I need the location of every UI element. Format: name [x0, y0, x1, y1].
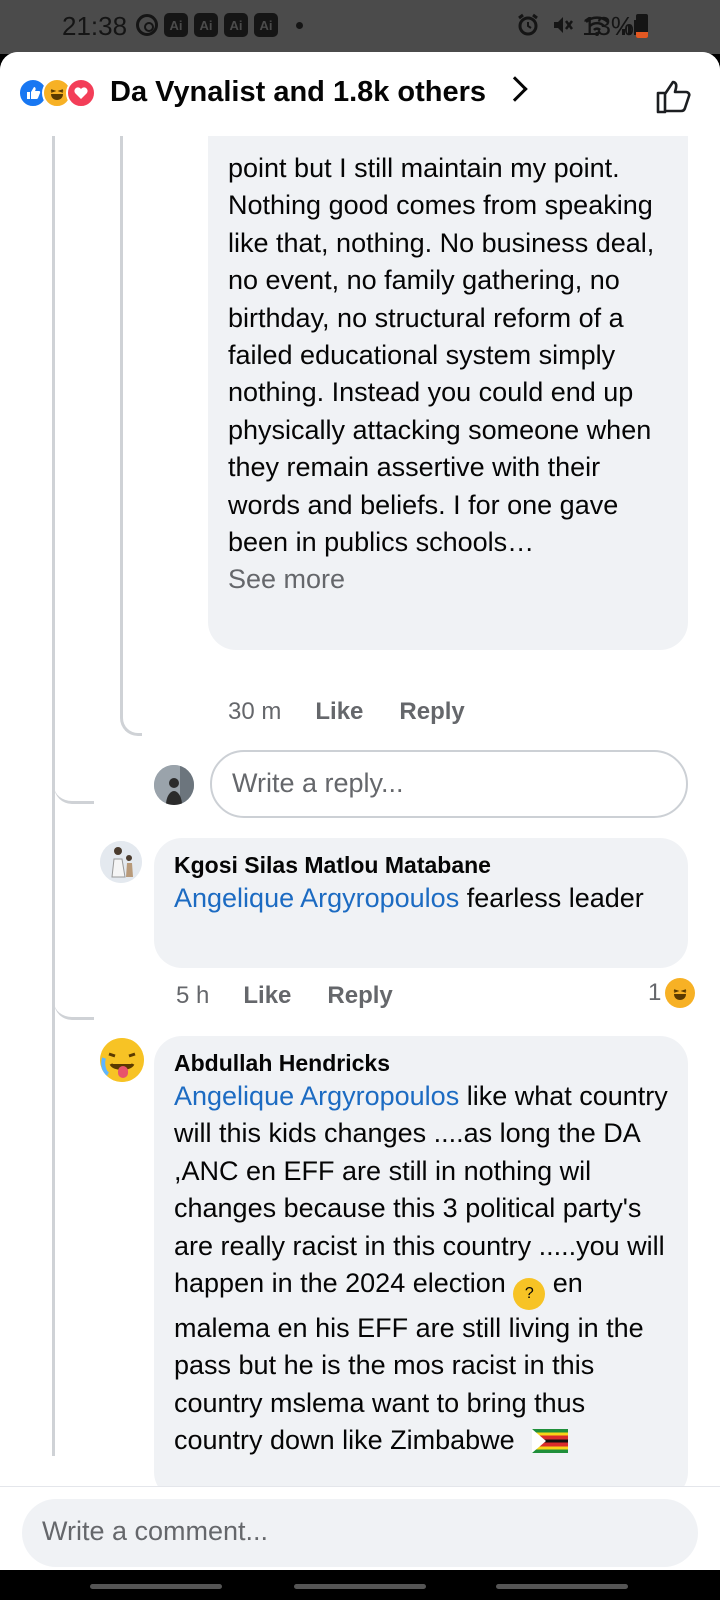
- see-more-link[interactable]: See more: [228, 561, 670, 598]
- comment-body: like what country will this kids changes…: [174, 1081, 668, 1299]
- comment-author[interactable]: Abdullah Hendricks: [174, 1048, 670, 1078]
- reaction-count[interactable]: 1: [648, 978, 696, 1008]
- battery-icon: [636, 14, 648, 38]
- sync-icon: [136, 14, 158, 36]
- status-time: 21:38: [62, 11, 128, 41]
- nav-handle[interactable]: [496, 1584, 628, 1589]
- zimbabwe-flag-icon: [532, 1429, 569, 1454]
- mention-link[interactable]: Angelique Argyropoulos: [174, 883, 459, 913]
- nav-handle[interactable]: [294, 1584, 426, 1589]
- ai-badge: Ai: [254, 13, 278, 37]
- reaction-count-number: 1: [648, 979, 662, 1006]
- comment-bubble[interactable]: Kgosi Silas Matlou Matabane Angelique Ar…: [154, 838, 688, 968]
- comment-body: point but I still maintain my point. Not…: [228, 153, 655, 558]
- thread-connector: [54, 992, 94, 1020]
- mute-icon: [554, 17, 573, 33]
- reaction-icons: [18, 78, 96, 108]
- alarm-icon: [518, 13, 538, 36]
- ai-badge: Ai: [164, 13, 188, 37]
- like-button[interactable]: Like: [315, 698, 363, 726]
- comments-list: point but I still maintain my point. Not…: [0, 96, 720, 1536]
- mention-link[interactable]: Angelique Argyropoulos: [174, 1081, 459, 1111]
- comment-bubble[interactable]: Abdullah Hendricks Angelique Argyropoulo…: [154, 1036, 688, 1500]
- comment-text: Angelique Argyropoulos like what country…: [174, 1078, 670, 1460]
- love-reaction-icon: [66, 78, 96, 108]
- avatar[interactable]: [154, 765, 194, 805]
- comment-meta: 30 m Like Reply: [228, 698, 501, 726]
- comment-bubble[interactable]: point but I still maintain my point. Not…: [208, 96, 688, 650]
- nav-handle[interactable]: [90, 1584, 222, 1589]
- reactions-header[interactable]: Da Vynalist and 1.8k others: [0, 52, 720, 136]
- comment-text: Angelique Argyropoulos fearless leader: [174, 880, 668, 917]
- reply-button[interactable]: Reply: [399, 698, 464, 726]
- comments-sheet: Da Vynalist and 1.8k others point but I …: [0, 52, 720, 1570]
- comment-meta: 5 h Like Reply: [176, 982, 429, 1010]
- notification-dot-icon: [296, 21, 303, 29]
- haha-reaction-icon: [665, 978, 696, 1008]
- battery-percentage: 13%: [582, 11, 635, 41]
- chevron-right-icon[interactable]: [502, 76, 528, 102]
- avatar[interactable]: [100, 841, 142, 883]
- avatar[interactable]: [100, 1038, 144, 1082]
- ai-badge: Ai: [194, 13, 218, 37]
- thinking-emoji-icon: ?: [513, 1278, 546, 1311]
- ai-badge: Ai: [224, 13, 248, 37]
- comment-time: 30 m: [228, 698, 282, 725]
- reply-input[interactable]: Write a reply...: [210, 750, 688, 818]
- like-button[interactable]: Like: [243, 982, 291, 1010]
- thread-connector: [54, 776, 94, 804]
- like-outline-icon[interactable]: [654, 76, 694, 116]
- status-icons-left: Ai Ai Ai Ai: [136, 13, 303, 37]
- comment-input[interactable]: Write a comment...: [22, 1499, 698, 1567]
- reactions-summary[interactable]: Da Vynalist and 1.8k others: [110, 76, 486, 109]
- reply-button[interactable]: Reply: [327, 982, 392, 1010]
- comment-text: point but I still maintain my point. Not…: [228, 150, 670, 599]
- comment-body: fearless leader: [459, 883, 644, 913]
- comment-bar: Write a comment...: [0, 1486, 720, 1570]
- thread-connector: [120, 136, 142, 736]
- gesture-navigation-bar: [0, 1570, 720, 1600]
- status-bar: 21:38 Ai Ai Ai Ai 13%: [0, 0, 720, 54]
- comment-time: 5 h: [176, 982, 210, 1009]
- thread-line: [52, 136, 55, 1456]
- comment-author[interactable]: Kgosi Silas Matlou Matabane: [174, 850, 668, 880]
